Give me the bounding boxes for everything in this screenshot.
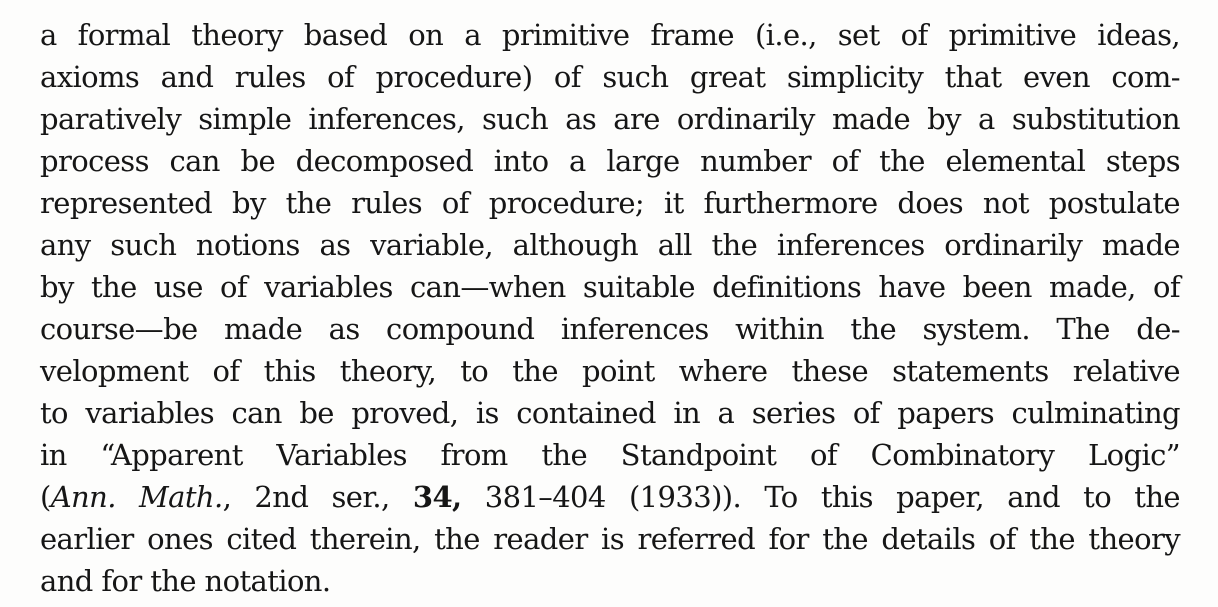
text-line-7: by the use of variables can—when suitabl… [40, 270, 1181, 304]
text-line-9: velopment of this theory, to the point w… [40, 354, 1181, 388]
text-line-3: paratively simple inferences, such as ar… [40, 102, 1181, 136]
volume-number: 34, [412, 480, 462, 514]
pages-year: 381–404 (1933)). To this paper, and to t… [461, 480, 1181, 514]
text-line-11: in “Apparent Variables from the Standpoi… [40, 438, 1181, 472]
journal-title: Ann. Math. [50, 480, 223, 514]
document-page: a formal theory based on a primitive fra… [0, 0, 1218, 607]
text-line-2: axioms and rules of procedure) of such g… [40, 60, 1181, 94]
text-line-4: process can be decomposed into a large n… [40, 144, 1181, 178]
series-info: , 2nd ser., [222, 480, 413, 514]
text-line-6: any such notions as variable, although a… [40, 228, 1181, 262]
text-line-1: a formal theory based on a primitive fra… [40, 18, 1181, 52]
text-line-8: course—be made as compound inferences wi… [40, 312, 1181, 346]
text-line-13: earlier ones cited therein, the reader i… [40, 522, 1181, 556]
text-line-10: to variables can be proved, is contained… [40, 396, 1181, 430]
body-paragraph: a formal theory based on a primitive fra… [40, 14, 1181, 602]
text-line-5: represented by the rules of procedure; i… [40, 186, 1181, 220]
text-line-12: (Ann. Math., 2nd ser., 34, 381–404 (1933… [40, 476, 1181, 518]
open-paren: ( [40, 480, 51, 514]
text-line-14: and for the notation. [40, 564, 331, 598]
